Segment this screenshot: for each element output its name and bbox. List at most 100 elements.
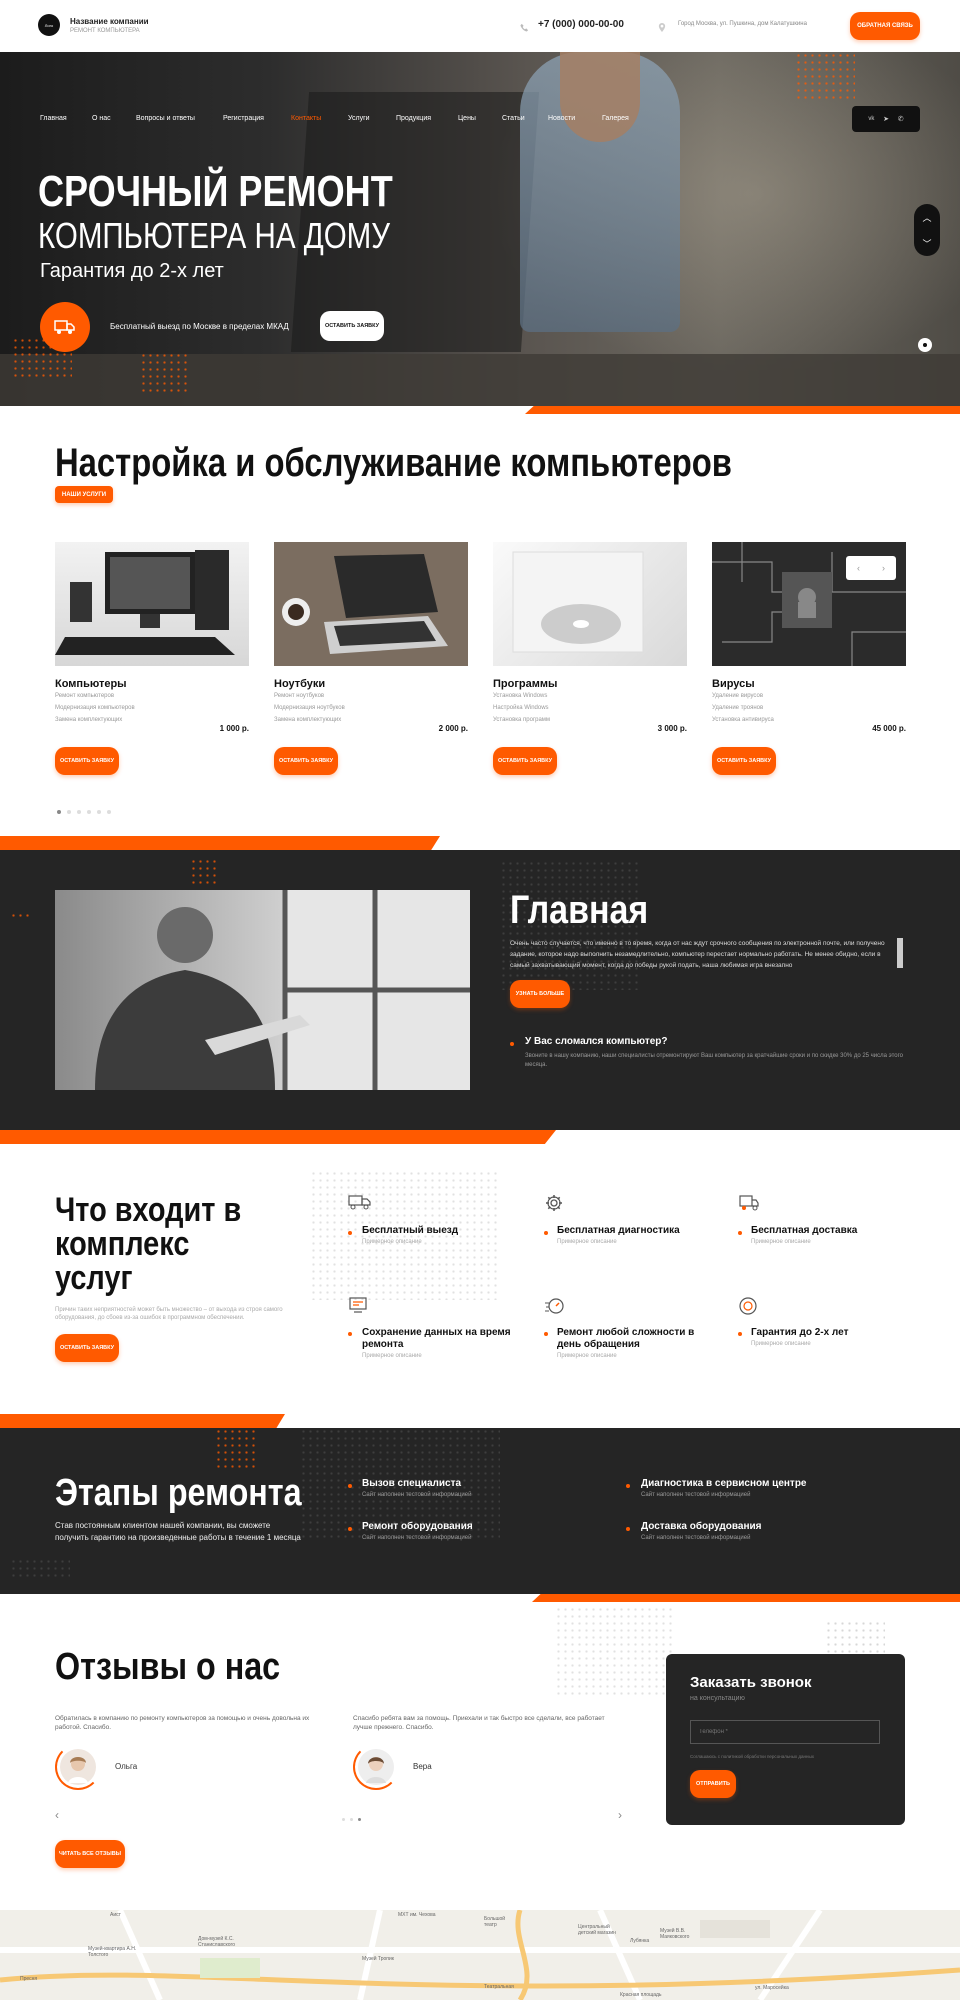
about-answer: Звоните в нашу компанию, наши специалист… (525, 1053, 903, 1068)
pagination-dot[interactable] (342, 1818, 345, 1821)
truck-icon (348, 1193, 374, 1213)
about-scrollbar[interactable] (897, 938, 903, 968)
card-line: Ремонт компьютеров (55, 693, 115, 699)
stage-title: Ремонт оборудования (362, 1521, 473, 1532)
phone-input[interactable] (690, 1720, 880, 1744)
accent-stripe (0, 836, 440, 850)
vk-icon[interactable]: vk (868, 116, 874, 122)
dots-decoration (10, 912, 32, 920)
callback-form: Заказать звонок на консультацию Соглашаю… (666, 1654, 905, 1825)
card-image: ‹ › (712, 542, 906, 666)
card-line: Модернизация компьютеров (55, 705, 135, 711)
card-line[interactable]: Настройка Windows (493, 702, 687, 714)
nav-item-services[interactable]: Услуги (348, 115, 370, 122)
pagination-dot[interactable] (57, 810, 61, 814)
logo[interactable]: Лого (38, 14, 60, 36)
chevron-left-icon[interactable]: ‹ (55, 1808, 59, 1822)
feature-title: Бесплатный выезд (362, 1225, 459, 1236)
nav-item-gallery[interactable]: Галерея (602, 115, 629, 122)
stage-sub: Сайт наполнен тестовой информацией (641, 1492, 751, 1498)
nav-item-products[interactable]: Продукция (396, 115, 431, 122)
telegram-icon[interactable]: ➤ (883, 115, 889, 123)
about-more-button[interactable]: УЗНАТЬ БОЛЬШЕ (510, 980, 570, 1008)
social-bar: vk ➤ ✆ (852, 106, 920, 132)
card-title: Программы (493, 678, 558, 690)
map[interactable]: Аист МХТ им. Чехова Большой театр Центра… (0, 1910, 960, 2000)
pagination-dot[interactable] (97, 810, 101, 814)
callback-title: Заказать звонок (690, 1674, 812, 1691)
accent-stripe (0, 1130, 556, 1144)
hero-slide-indicator[interactable] (918, 338, 932, 352)
chevron-down-icon[interactable]: ﹀ (922, 237, 931, 250)
pagination-dot[interactable] (77, 810, 81, 814)
callback-consent[interactable]: Соглашаюсь с политикой обработки персона… (690, 1754, 814, 1759)
data-icon (348, 1296, 370, 1316)
nav-item-register[interactable]: Регистрация (223, 115, 264, 122)
chevron-right-icon[interactable]: › (882, 563, 885, 573)
map-label: Аист (110, 1912, 121, 1918)
nav-item-about[interactable]: О нас (92, 115, 111, 122)
pagination-dot[interactable] (358, 1818, 361, 1821)
site-header: Лого Название компании РЕМОНТ КОМПЬЮТЕРА… (0, 0, 960, 52)
speed-icon (544, 1296, 566, 1316)
card-line: Модернизация ноутбуков (274, 705, 345, 711)
reviews-title: Отзывы о нас (55, 1646, 281, 1688)
nav-item-articles[interactable]: Статьи (502, 115, 525, 122)
gear-icon (544, 1193, 564, 1213)
map-label: Большой театр (484, 1916, 506, 1928)
complex-title-line: комплекс (55, 1225, 190, 1263)
dots-decoration (140, 352, 190, 392)
header-phone[interactable]: +7 (000) 000-00-00 (538, 19, 624, 30)
pagination-dot[interactable] (87, 810, 91, 814)
bullet (348, 1332, 352, 1336)
complex-button[interactable]: ОСТАВИТЬ ЗАЯВКУ (55, 1334, 119, 1362)
pagination-dot[interactable] (107, 810, 111, 814)
hero-guarantee: Гарантия до 2-х лет (40, 260, 224, 282)
card-title: Компьютеры (55, 678, 127, 690)
about-title: Главная (510, 888, 649, 932)
chevron-up-icon[interactable]: ︿ (922, 211, 931, 224)
feature-sub: Примерное описание (362, 1353, 422, 1359)
card-line: Удаление троянов (712, 705, 764, 711)
hero-cta-button[interactable]: ОСТАВИТЬ ЗАЯВКУ (320, 311, 384, 341)
map-label: ул. Маросейка (755, 1985, 789, 1991)
nav-item-prices[interactable]: Цены (458, 115, 476, 122)
nav-item-news[interactable]: Новости (548, 115, 575, 122)
map-label: Дом-музей К.С. Станиславского (198, 1936, 235, 1948)
callback-button[interactable]: ОБРАТНАЯ СВЯЗЬ (850, 12, 920, 40)
carousel-pagination (57, 810, 111, 814)
feature-sub: Примерное описание (751, 1239, 811, 1245)
all-reviews-button[interactable]: ЧИТАТЬ ВСЕ ОТЗЫВЫ (55, 1840, 125, 1868)
about-text: Очень часто случается, что именно в то в… (510, 940, 885, 969)
accent-stripe (0, 1414, 285, 1428)
nav-item-home[interactable]: Главная (40, 115, 67, 122)
map-label: Красная площадь (620, 1992, 662, 1998)
review-avatar (55, 1744, 101, 1790)
nav-item-contacts[interactable]: Контакты (291, 115, 321, 122)
card-line: Установка Windows (493, 693, 548, 699)
feature-sub: Примерное описание (751, 1341, 811, 1347)
whatsapp-icon[interactable]: ✆ (898, 115, 904, 123)
callback-sub: на консультацию (690, 1695, 745, 1702)
card-order-button[interactable]: ОСТАВИТЬ ЗАЯВКУ (55, 747, 119, 775)
card-image (55, 542, 249, 666)
nav-item-faq[interactable]: Вопросы и ответы (136, 115, 195, 122)
callback-submit-button[interactable]: ОТПРАВИТЬ (690, 1770, 736, 1798)
card-line: Ремонт ноутбуков (274, 693, 325, 699)
chevron-left-icon[interactable]: ‹ (857, 563, 860, 573)
card-order-button[interactable]: ОСТАВИТЬ ЗАЯВКУ (712, 747, 776, 775)
feature-sub: Примерное описание (557, 1353, 617, 1359)
card-order-button[interactable]: ОСТАВИТЬ ЗАЯВКУ (274, 747, 338, 775)
pagination-dot[interactable] (67, 810, 71, 814)
chevron-right-icon[interactable]: › (618, 1808, 622, 1822)
header-address: Город Москва, ул. Пушкина, дом Калатушки… (678, 21, 807, 27)
card-order-button[interactable]: ОСТАВИТЬ ЗАЯВКУ (493, 747, 557, 775)
company-name: Название компании (70, 17, 149, 26)
complex-title-line: Что входит в (55, 1191, 242, 1229)
about-question: У Вас сломался компьютер? (525, 1036, 668, 1047)
card-title: Ноутбуки (274, 678, 326, 690)
pagination-dot[interactable] (350, 1818, 353, 1821)
review-avatar (353, 1744, 399, 1790)
bullet (348, 1231, 352, 1235)
map-label: Лубянка (630, 1938, 650, 1944)
